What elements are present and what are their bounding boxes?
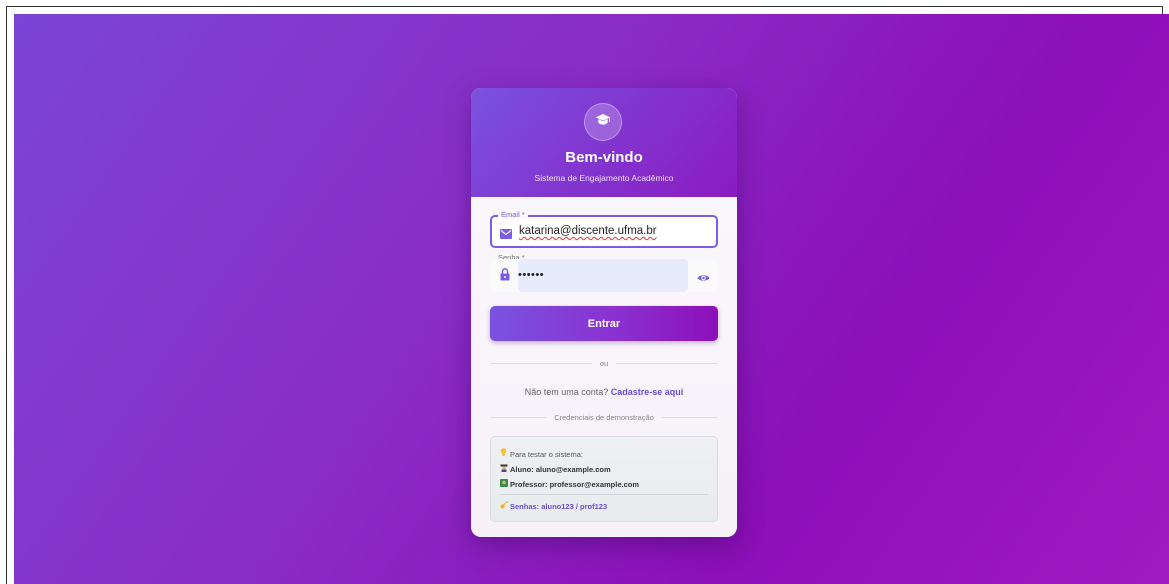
password-field[interactable]: ••••••: [490, 259, 718, 292]
email-label: Email *: [498, 210, 528, 219]
signup-prompt: Não tem uma conta? Cadastre-se aqui: [471, 387, 737, 397]
lock-icon: [500, 267, 510, 286]
page-title: Bem-vindo: [565, 149, 643, 166]
mail-icon: [500, 226, 512, 244]
lightbulb-icon: [500, 448, 510, 459]
demo-aluno: Aluno: aluno@example.com: [510, 465, 611, 474]
demo-professor: Professor: professor@example.com: [510, 480, 640, 489]
eye-icon[interactable]: [697, 270, 710, 288]
student-icon: [500, 464, 510, 474]
teacher-icon: [500, 479, 510, 489]
demo-professor-row: Professor: professor@example.com: [500, 479, 639, 489]
divider-line: [490, 416, 547, 418]
demo-senha-row: Senhas: aluno123 / prof123: [500, 501, 607, 511]
demo-separator: [500, 494, 708, 495]
demo-senhas: Senhas: aluno123 / prof123: [510, 502, 608, 511]
or-divider: ou: [490, 357, 718, 369]
graduation-cap-icon: [595, 113, 611, 132]
login-card: Bem-vindo Sistema de Engajamento Acadêmi…: [471, 88, 737, 537]
demo-credentials-box: Para testar o sistema: Aluno: aluno@exam…: [490, 436, 718, 522]
demo-divider-text: Credenciais de demonstração: [554, 412, 654, 422]
demo-aluno-row: Aluno: aluno@example.com: [500, 464, 611, 474]
password-value: ••••••: [518, 269, 545, 281]
page-subtitle: Sistema de Engajamento Acadêmico: [534, 173, 674, 183]
signup-text: Não tem uma conta?: [524, 387, 609, 397]
divider-line: [490, 362, 592, 364]
email-field[interactable]: Email * katarina@discente.ufma.br: [490, 210, 718, 248]
demo-title: Para testar o sistema:: [510, 450, 583, 459]
password-input[interactable]: ••••••: [518, 259, 688, 292]
key-icon: [500, 501, 510, 511]
login-button[interactable]: Entrar: [490, 306, 718, 341]
demo-title-row: Para testar o sistema:: [500, 448, 583, 459]
signup-link[interactable]: Cadastre-se aqui: [611, 387, 684, 397]
logo-badge: [584, 103, 622, 141]
email-input[interactable]: katarina@discente.ufma.br: [519, 225, 657, 237]
card-header: Bem-vindo Sistema de Engajamento Acadêmi…: [471, 88, 737, 197]
divider-line: [661, 416, 719, 418]
divider-line: [616, 362, 718, 364]
or-text: ou: [599, 358, 609, 368]
demo-divider: Credenciais de demonstração: [490, 411, 719, 423]
